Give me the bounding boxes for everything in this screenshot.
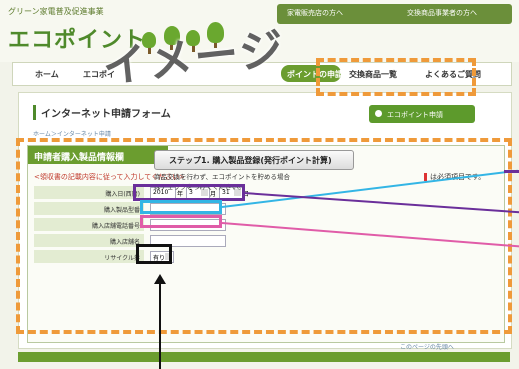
footer-bar — [18, 352, 510, 362]
annotation-arrow-line — [159, 282, 161, 369]
top-link-exchange-vendors[interactable]: 交換商品事業者の方へ — [407, 8, 477, 18]
top-link-retailers[interactable]: 家電販売店の方へ — [287, 8, 343, 18]
circle-icon — [375, 110, 382, 117]
breadcrumb[interactable]: ホーム＞インターネット申請 — [33, 129, 111, 138]
page-top-link[interactable]: このページの先頭へ — [400, 342, 454, 351]
screenshot-page: グリーン家電普及促進事業 エコポイント 家電販売店の方へ 交換商品事業者の方へ … — [0, 0, 519, 369]
top-links-bar: 家電販売店の方へ 交換商品事業者の方へ — [277, 4, 512, 24]
annotation-date-box — [133, 184, 245, 201]
nav-home[interactable]: ホーム — [35, 69, 59, 80]
site-subtitle: グリーン家電普及促進事業 — [8, 7, 104, 16]
annotation-dashed-form — [16, 138, 512, 334]
annotation-phone-box — [140, 215, 222, 228]
annotation-dashed-nav — [316, 58, 476, 96]
annotation-purple-pointer — [504, 170, 519, 173]
annotation-model-box — [140, 200, 222, 214]
page-title: インターネット申請フォーム — [33, 105, 171, 120]
eco-point-apply-button[interactable]: エコポイント申請 — [369, 105, 475, 123]
annotation-recycle-box — [136, 244, 172, 264]
